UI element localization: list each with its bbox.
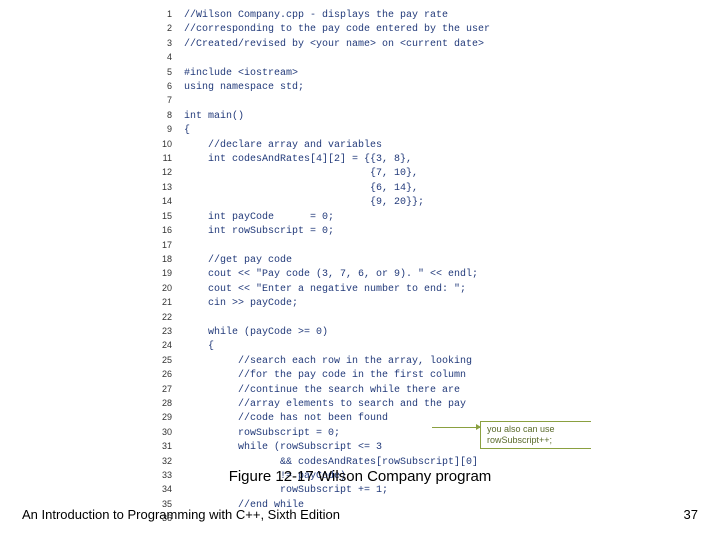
code-line: 5#include <iostream>: [150, 66, 630, 80]
code-text: //corresponding to the pay code entered …: [172, 24, 490, 36]
code-line: 1//Wilson Company.cpp - displays the pay…: [150, 8, 630, 22]
code-text: cin >> payCode;: [172, 298, 298, 310]
line-number: 17: [150, 239, 172, 251]
code-text: {: [172, 125, 190, 137]
code-line: 22: [150, 311, 630, 325]
code-text: //continue the search while there are: [172, 385, 460, 397]
code-text: //Wilson Company.cpp - displays the pay …: [172, 10, 448, 22]
line-number: 30: [150, 426, 172, 438]
line-number: 16: [150, 224, 172, 236]
line-number: 21: [150, 296, 172, 308]
line-number: 28: [150, 397, 172, 409]
figure-caption: Figure 12-17 Wilson Company program: [0, 468, 720, 485]
code-text: {7, 10},: [172, 168, 418, 180]
line-number: 27: [150, 383, 172, 395]
code-line: 24 {: [150, 339, 630, 353]
code-line: 18 //get pay code: [150, 253, 630, 267]
code-line: 34 rowSubscript += 1;: [150, 483, 630, 497]
line-number: 26: [150, 368, 172, 380]
code-text: int codesAndRates[4][2] = {{3, 8},: [172, 154, 412, 166]
code-text: while (payCode >= 0): [172, 327, 328, 339]
code-text: rowSubscript = 0;: [172, 428, 340, 440]
code-line: 7: [150, 94, 630, 108]
code-text: //code has not been found: [172, 413, 388, 425]
code-text: rowSubscript += 1;: [172, 485, 388, 497]
code-text: int rowSubscript = 0;: [172, 226, 334, 238]
line-number: 22: [150, 311, 172, 323]
code-text: //for the pay code in the first column: [172, 370, 466, 382]
code-line: 20 cout << "Enter a negative number to e…: [150, 282, 630, 296]
line-number: 1: [150, 8, 172, 20]
code-text: int main(): [172, 111, 244, 123]
line-number: 2: [150, 22, 172, 34]
code-text: while (rowSubscript <= 3: [172, 442, 382, 454]
code-line: 6using namespace std;: [150, 80, 630, 94]
code-text: {6, 14},: [172, 183, 418, 195]
line-number: 25: [150, 354, 172, 366]
line-number: 5: [150, 66, 172, 78]
line-number: 24: [150, 339, 172, 351]
line-number: 8: [150, 109, 172, 121]
code-line: 3//Created/revised by <your name> on <cu…: [150, 37, 630, 51]
line-number: 19: [150, 267, 172, 279]
code-line: 28 //array elements to search and the pa…: [150, 397, 630, 411]
code-line: 23 while (payCode >= 0): [150, 325, 630, 339]
code-line: 26 //for the pay code in the first colum…: [150, 368, 630, 382]
line-number: 15: [150, 210, 172, 222]
code-text: //search each row in the array, looking: [172, 356, 472, 368]
annotation-arrow: [432, 427, 480, 428]
line-number: 10: [150, 138, 172, 150]
line-number: 20: [150, 282, 172, 294]
code-line: 32 && codesAndRates[rowSubscript][0]: [150, 455, 630, 469]
code-text: int payCode = 0;: [172, 212, 334, 224]
code-text: cout << "Pay code (3, 7, 6, or 9). " << …: [172, 269, 478, 281]
code-line: 12 {7, 10},: [150, 166, 630, 180]
code-line: 27 //continue the search while there are: [150, 383, 630, 397]
line-number: 18: [150, 253, 172, 265]
code-line: 14 {9, 20}};: [150, 195, 630, 209]
code-line: 9{: [150, 123, 630, 137]
code-line: 4: [150, 51, 630, 65]
line-number: 13: [150, 181, 172, 193]
line-number: 11: [150, 152, 172, 164]
annotation-callout: you also can use rowSubscript++;: [480, 421, 591, 449]
code-text: {9, 20}};: [172, 197, 424, 209]
line-number: 3: [150, 37, 172, 49]
line-number: 31: [150, 440, 172, 452]
line-number: 32: [150, 455, 172, 467]
line-number: 9: [150, 123, 172, 135]
footer-book-title: An Introduction to Programming with C++,…: [22, 507, 340, 522]
code-listing: 1//Wilson Company.cpp - displays the pay…: [150, 8, 630, 458]
code-line: 17: [150, 239, 630, 253]
code-line: 21 cin >> payCode;: [150, 296, 630, 310]
annotation-text-2: rowSubscript++;: [487, 435, 587, 446]
line-number: 7: [150, 94, 172, 106]
code-text: cout << "Enter a negative number to end:…: [172, 284, 466, 296]
line-number: 29: [150, 411, 172, 423]
code-text: {: [172, 341, 214, 353]
code-line: 25 //search each row in the array, looki…: [150, 354, 630, 368]
code-line: 11 int codesAndRates[4][2] = {{3, 8},: [150, 152, 630, 166]
code-line: 2//corresponding to the pay code entered…: [150, 22, 630, 36]
line-number: 12: [150, 166, 172, 178]
code-text: //array elements to search and the pay: [172, 399, 466, 411]
code-text: using namespace std;: [172, 82, 304, 94]
code-text: #include <iostream>: [172, 68, 298, 80]
code-text: //get pay code: [172, 255, 292, 267]
line-number: 6: [150, 80, 172, 92]
code-line: 16 int rowSubscript = 0;: [150, 224, 630, 238]
code-line: 19 cout << "Pay code (3, 7, 6, or 9). " …: [150, 267, 630, 281]
code-text: //Created/revised by <your name> on <cur…: [172, 39, 484, 51]
code-line: 10 //declare array and variables: [150, 138, 630, 152]
code-text: //declare array and variables: [172, 140, 382, 152]
code-line: 13 {6, 14},: [150, 181, 630, 195]
line-number: 14: [150, 195, 172, 207]
line-number: 23: [150, 325, 172, 337]
code-line: 8int main(): [150, 109, 630, 123]
code-line: 15 int payCode = 0;: [150, 210, 630, 224]
line-number: 34: [150, 483, 172, 495]
page-number: 37: [684, 507, 698, 522]
annotation-text-1: you also can use: [487, 424, 587, 435]
line-number: 4: [150, 51, 172, 63]
